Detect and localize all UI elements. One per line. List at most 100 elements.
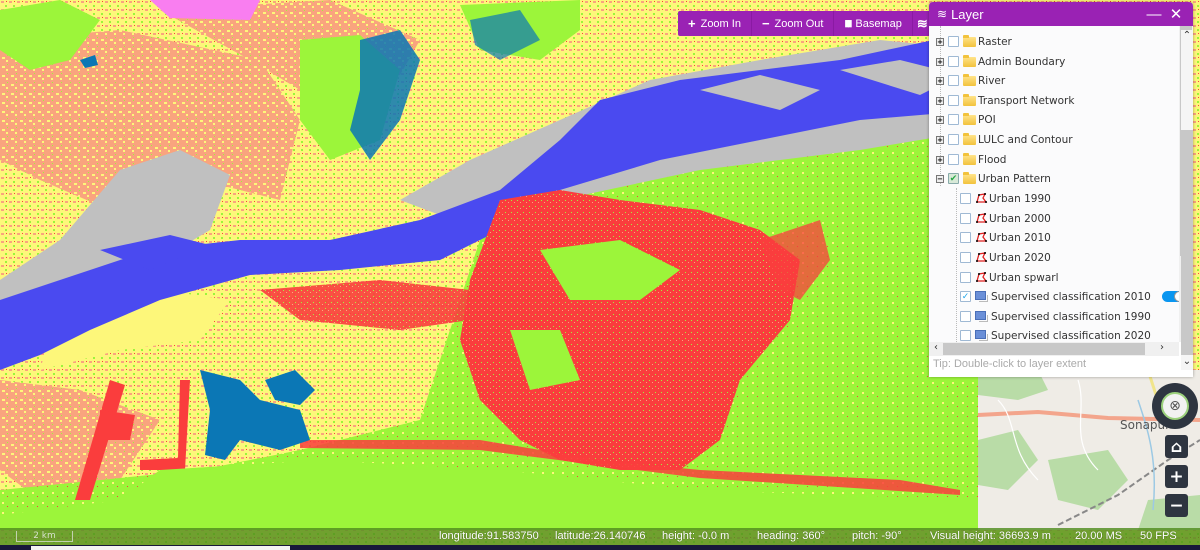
layer-item-river[interactable]: + River [936,71,1005,90]
plus-icon: + [688,16,696,31]
layer-checkbox[interactable] [948,95,959,106]
layer-item-transport-network[interactable]: + Transport Network [936,91,1074,110]
layer-panel-header[interactable]: ≋ Layer — ✕ [929,2,1193,26]
minimize-button[interactable]: — [1145,6,1163,23]
layer-checkbox-checked[interactable]: ✔ [948,173,959,184]
layer-item-urban-2000[interactable]: Urban 2000 [960,209,1051,228]
layers-icon: ≋ [937,7,948,21]
layer-item-urban-2010[interactable]: Urban 2010 [960,228,1051,247]
folder-icon [963,73,976,86]
minus-icon: − [1169,495,1184,516]
layer-label: Urban 2000 [989,212,1051,225]
compass-control[interactable]: ⊗ [1152,383,1198,429]
height-readout: height: -0.0 m [662,530,730,542]
layer-checkbox[interactable] [960,272,971,283]
layer-item-flood[interactable]: + Flood [936,150,1006,169]
layer-checkbox[interactable] [948,154,959,165]
folder-icon [963,34,976,47]
layer-checkbox[interactable] [948,114,959,125]
layer-item-poi[interactable]: + POI [936,110,996,129]
zoom-out-nav-button[interactable]: − [1165,494,1188,517]
raster-icon [975,330,988,341]
layer-item-urban-spwarl[interactable]: Urban spwarl [960,268,1059,287]
expand-icon[interactable]: + [936,37,944,46]
zoom-in-button[interactable]: + Zoom In [678,11,752,36]
panel-outer-scrollbar[interactable]: ⌃ ⌄ [1181,30,1193,370]
plus-icon: + [1169,466,1184,487]
layer-checkbox[interactable] [960,193,971,204]
scrollbar-thumb[interactable] [1181,130,1193,355]
layer-item-supervised-classification-1990[interactable]: Supervised classification 1990 [960,307,1151,326]
minus-icon: − [761,16,770,31]
layer-checkbox-checked[interactable]: ✓ [960,291,971,302]
scroll-down-icon[interactable]: ⌄ [1180,356,1194,367]
fps-readout: 50 FPS [1140,530,1177,542]
home-icon: ⌂ [1170,437,1183,456]
scroll-left-icon[interactable]: ‹ [929,342,943,353]
expand-icon[interactable]: + [936,135,944,144]
expand-icon[interactable]: + [936,155,944,164]
latitude-readout: latitude:26.140746 [555,530,646,542]
basemap-button[interactable]: ▮▮ Basemap [834,11,913,36]
pitch-readout: pitch: -90° [852,530,902,542]
scroll-right-icon[interactable]: › [1155,342,1169,353]
layer-item-admin-boundary[interactable]: + Admin Boundary [936,52,1065,71]
basemap-label: Basemap [855,17,902,30]
layer-panel: ≋ Layer — ✕ + Raster + Admin Boundary + … [929,2,1193,377]
gis-viewer: Sonapur + Zoom In − Zoom Out ▮▮ Basemap … [0,0,1200,550]
layer-label: Raster [978,35,1012,48]
layer-item-urban-1990[interactable]: Urban 1990 [960,189,1051,208]
layer-checkbox[interactable] [948,36,959,47]
scrollbar-thumb[interactable] [943,343,1145,355]
layer-item-lulc-and-contour[interactable]: + LULC and Contour [936,130,1073,149]
layer-label: POI [978,113,996,126]
layer-checkbox[interactable] [948,75,959,86]
layer-label: Transport Network [978,94,1075,107]
raster-icon [975,311,988,322]
layer-label: Supervised classification 1990 [991,310,1151,323]
taskbar-element [31,546,290,550]
tree-guide [956,188,957,342]
expand-icon[interactable]: + [936,76,944,85]
layer-checkbox[interactable] [960,213,971,224]
layer-label: Urban spwarl [989,271,1059,284]
layer-checkbox[interactable] [948,134,959,145]
layer-checkbox[interactable] [960,330,971,341]
layer-opacity-slider[interactable] [1162,291,1179,302]
layer-checkbox[interactable] [960,252,971,263]
collapse-icon[interactable]: − [936,174,944,183]
layer-item-raster[interactable]: + Raster [936,32,1012,51]
expand-icon[interactable]: + [936,57,944,66]
map-toolbar: + Zoom In − Zoom Out ▮▮ Basemap ≋ [678,11,932,36]
frame-time-readout: 20.00 MS [1075,530,1123,542]
heading-readout: heading: 360° [757,530,826,542]
layer-item-supervised-classification-2010[interactable]: ✓ Supervised classification 2010 [960,287,1151,306]
longitude-readout: longitude:91.583750 [439,530,539,542]
layer-checkbox[interactable] [948,56,959,67]
expand-icon[interactable]: + [936,96,944,105]
bottom-strip [0,545,1200,550]
layer-label: Admin Boundary [978,55,1066,68]
layer-checkbox[interactable] [960,311,971,322]
zoom-in-nav-button[interactable]: + [1165,465,1188,488]
layer-label: River [978,74,1006,87]
tree-horizontal-scrollbar[interactable]: ‹ › [929,342,1179,356]
layer-checkbox[interactable] [960,232,971,243]
zoom-out-label: Zoom Out [774,17,824,30]
raster-icon [975,291,988,302]
zoom-out-button[interactable]: − Zoom Out [752,11,835,36]
close-button[interactable]: ✕ [1167,5,1185,23]
folder-icon [963,132,976,145]
layer-item-urban-2020[interactable]: Urban 2020 [960,248,1051,267]
layer-label: Urban 2020 [989,251,1051,264]
polygon-icon [976,193,988,203]
layer-tree[interactable]: + Raster + Admin Boundary + River + Tran… [929,26,1179,342]
layer-item-supervised-classification-2020[interactable]: Supervised classification 2020 [960,326,1151,342]
scroll-up-icon[interactable]: ⌃ [1180,30,1194,41]
expand-icon[interactable]: + [936,115,944,124]
layer-item-urban-pattern[interactable]: − ✔ Urban Pattern [936,169,1051,188]
home-button[interactable]: ⌂ [1165,435,1188,458]
polygon-icon [976,252,988,262]
layer-label: Supervised classification 2020 [991,329,1151,342]
polygon-icon [976,213,988,223]
